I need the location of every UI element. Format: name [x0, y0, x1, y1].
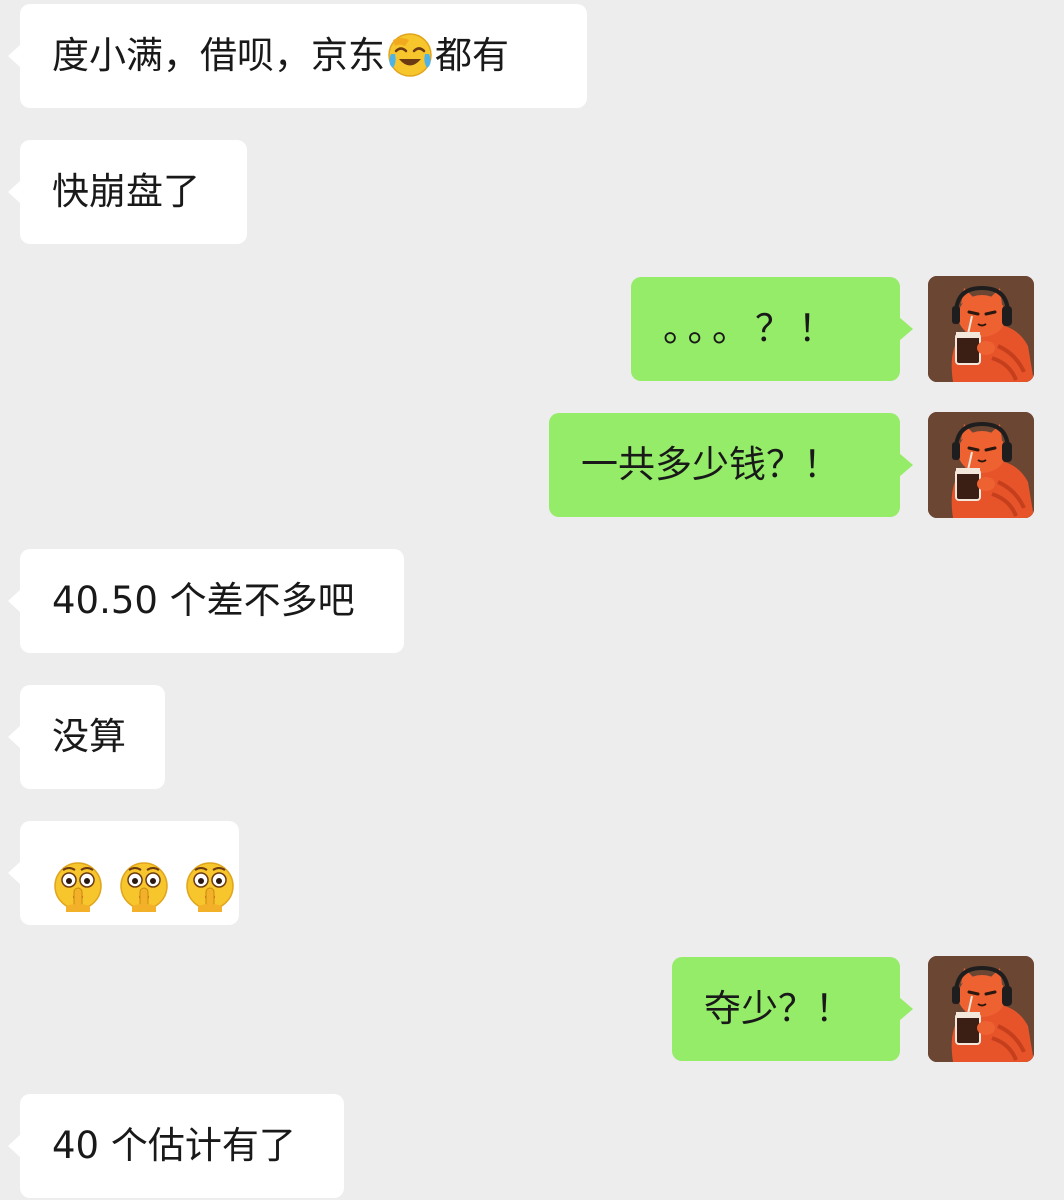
message-text: 度小满，借呗，京东 [52, 34, 385, 77]
message-text: 40 个估计有了 [52, 1124, 296, 1167]
shushing-face-icon [54, 862, 102, 912]
outgoing-message-bubble[interactable]: 一共多少钱？！ [549, 413, 913, 517]
message-text: 都有 [435, 34, 509, 77]
incoming-message-bubble[interactable]: 度小满，借呗，京东 都有 [8, 4, 587, 108]
orange-cat-avatar-icon[interactable] [928, 956, 1034, 1062]
message-text: 。。。？！ [663, 307, 841, 350]
message-text: 快崩盘了 [52, 170, 200, 213]
orange-cat-avatar-icon[interactable] [928, 276, 1034, 382]
message-text: 40.50 个差不多吧 [52, 579, 355, 622]
shushing-face-icon [120, 862, 168, 912]
outgoing-message-bubble[interactable]: 夺少？！ [672, 957, 913, 1061]
laughing-crying-face-icon [388, 32, 432, 77]
incoming-message-bubble[interactable]: 40.50 个差不多吧 [8, 549, 404, 653]
orange-cat-avatar-icon[interactable] [928, 412, 1034, 518]
outgoing-message-bubble[interactable]: 。。。？！ [631, 277, 913, 381]
chat-message-list[interactable]: 度小满，借呗，京东 都有 快崩盘了 。。。？！ 一共多少钱？！ 40.50 个差… [0, 0, 1064, 1200]
emoji-row [52, 848, 238, 912]
incoming-message-bubble[interactable]: 没算 [8, 685, 165, 789]
message-text: 夺少？！ [704, 987, 852, 1030]
incoming-message-bubble[interactable]: 快崩盘了 [8, 140, 247, 244]
shushing-face-icon [185, 862, 234, 912]
incoming-message-bubble[interactable] [8, 821, 239, 925]
message-text: 一共多少钱？！ [581, 443, 840, 486]
message-text: 没算 [52, 715, 126, 758]
incoming-message-bubble[interactable]: 40 个估计有了 [8, 1094, 344, 1198]
